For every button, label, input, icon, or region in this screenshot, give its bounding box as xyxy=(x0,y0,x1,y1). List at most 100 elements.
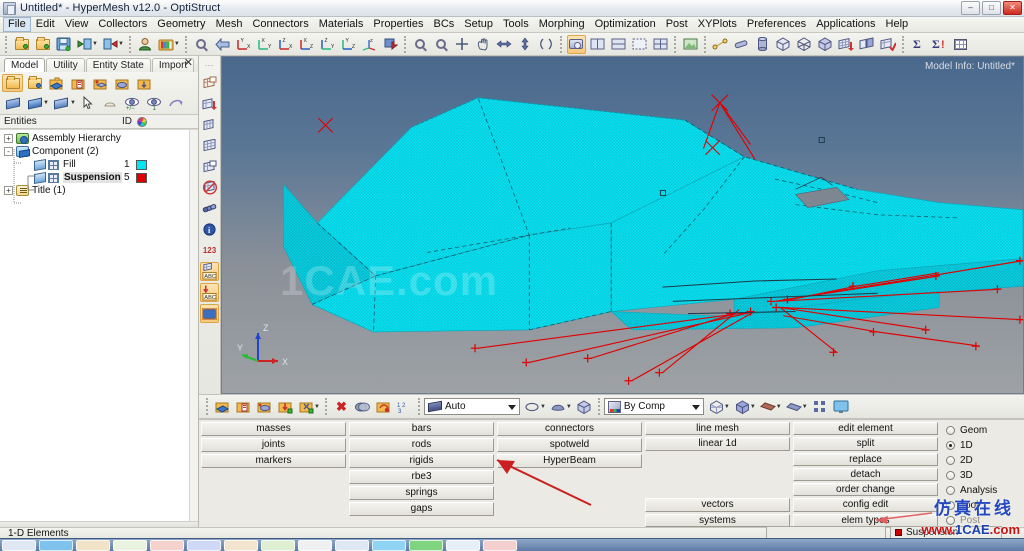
tree-row-title[interactable]: + Title (1) xyxy=(0,184,198,197)
view-yz-icon[interactable]: YZ xyxy=(339,35,358,54)
dashed-window-icon[interactable] xyxy=(630,35,649,54)
load-down-icon[interactable] xyxy=(276,397,295,416)
taskbar-item[interactable] xyxy=(224,539,258,551)
tree-row-assembly-hierarchy[interactable]: + Assembly Hierarchy xyxy=(0,132,198,145)
component-folder-icon[interactable] xyxy=(46,74,67,92)
radio-button[interactable] xyxy=(946,485,955,495)
component-folder-icon[interactable] xyxy=(213,397,232,416)
menu-file[interactable]: File xyxy=(3,17,31,32)
tree-row-fill[interactable]: Fill 1 xyxy=(0,158,198,171)
menu-view[interactable]: View xyxy=(60,17,94,32)
chevron-down-icon[interactable] xyxy=(507,405,516,410)
radio-button[interactable] xyxy=(946,515,955,525)
tab-model[interactable]: Model xyxy=(4,58,46,72)
delete-icon[interactable]: ✖ xyxy=(332,397,351,416)
reverse-icon[interactable] xyxy=(166,94,187,112)
two-window-icon[interactable] xyxy=(588,35,607,54)
connector-icon[interactable] xyxy=(711,35,730,54)
cmd-edit-element[interactable]: edit element xyxy=(793,422,938,436)
taskbar-item[interactable] xyxy=(2,539,36,551)
radio-1d[interactable]: 1D xyxy=(946,438,1022,452)
cmd-split[interactable]: split xyxy=(793,437,938,451)
taskbar-item[interactable] xyxy=(446,539,480,551)
mesh-red-icon[interactable] xyxy=(837,35,856,54)
pan-icon[interactable] xyxy=(474,35,493,54)
exploded-icon[interactable] xyxy=(811,397,830,416)
arrow-left-right-icon[interactable] xyxy=(495,35,514,54)
close-button[interactable]: ✕ xyxy=(1003,1,1022,15)
component-color-swatch[interactable] xyxy=(136,159,147,170)
menu-bcs[interactable]: BCs xyxy=(429,17,460,32)
cmd-elem-types[interactable]: elem types xyxy=(793,513,938,527)
mode-combo[interactable]: Auto xyxy=(423,398,520,415)
material-icon[interactable] xyxy=(255,397,274,416)
solid-geom-icon[interactable] xyxy=(575,397,594,416)
menu-edit[interactable]: Edit xyxy=(31,17,60,32)
menu-optimization[interactable]: Optimization xyxy=(590,17,661,32)
shaded-surface-icon[interactable] xyxy=(785,397,804,416)
component-color-swatch[interactable] xyxy=(136,172,147,183)
summary-sigma-alert-icon[interactable]: Σ! xyxy=(930,35,949,54)
color-combo[interactable]: By Comp xyxy=(603,398,704,415)
cmd-hyperbeam[interactable]: HyperBeam xyxy=(497,454,642,468)
taskbar-item[interactable] xyxy=(76,539,110,551)
taskbar-item[interactable] xyxy=(335,539,369,551)
cmd-systems[interactable]: systems xyxy=(645,513,790,527)
export-icon[interactable] xyxy=(101,35,120,54)
cmd-bars[interactable]: bars xyxy=(349,422,494,436)
new-model-icon[interactable] xyxy=(12,35,31,54)
radio-geom[interactable]: Geom xyxy=(946,423,1022,437)
menu-help[interactable]: Help xyxy=(881,17,914,32)
weld-icon[interactable] xyxy=(732,35,751,54)
fit-view-icon[interactable] xyxy=(192,35,211,54)
radio-2d[interactable]: 2D xyxy=(946,453,1022,467)
shaded-elems-icon[interactable] xyxy=(733,397,752,416)
minimize-button[interactable]: – xyxy=(961,1,980,15)
isolate-icon[interactable] xyxy=(24,94,45,112)
cmd-rods[interactable]: rods xyxy=(349,438,494,452)
info-icon[interactable]: i xyxy=(200,220,219,239)
tree-vertical-scrollbar[interactable] xyxy=(189,130,198,521)
cmd-linear-1d[interactable]: linear 1d xyxy=(645,437,790,451)
menu-tools[interactable]: Tools xyxy=(498,17,534,32)
stacked-window-icon[interactable] xyxy=(609,35,628,54)
mesh-red-arrow-icon[interactable] xyxy=(200,94,219,113)
taskbar-item[interactable] xyxy=(409,539,443,551)
view-yx-icon[interactable]: XY xyxy=(255,35,274,54)
menu-connectors[interactable]: Connectors xyxy=(247,17,313,32)
isometric-view-icon[interactable]: Z xyxy=(360,35,379,54)
shaded-box-icon[interactable] xyxy=(816,35,835,54)
matrix-browser-icon[interactable] xyxy=(951,35,970,54)
menu-setup[interactable]: Setup xyxy=(459,17,498,32)
cmd-order-change[interactable]: order change xyxy=(793,483,938,497)
center-icon[interactable] xyxy=(453,35,472,54)
mesh-window2-icon[interactable] xyxy=(200,157,219,176)
taskbar-item[interactable] xyxy=(261,539,295,551)
wireframe-elems-icon[interactable] xyxy=(707,397,726,416)
zoom-in-icon[interactable] xyxy=(411,35,430,54)
taskbar-item[interactable] xyxy=(483,539,517,551)
wireframe-box-icon[interactable] xyxy=(795,35,814,54)
single-window-icon[interactable] xyxy=(566,34,586,54)
reverse-mask-icon[interactable] xyxy=(374,397,393,416)
solid-box-icon[interactable] xyxy=(774,35,793,54)
cmd-detach[interactable]: detach xyxy=(793,467,938,482)
cmd-rbe3[interactable]: rbe3 xyxy=(349,470,494,484)
elements-icon[interactable] xyxy=(200,199,219,218)
box-select-icon[interactable] xyxy=(200,304,219,323)
taskbar-item[interactable] xyxy=(372,539,406,551)
menu-preferences[interactable]: Preferences xyxy=(742,17,811,32)
mask-icon[interactable] xyxy=(353,397,372,416)
load-folder-icon[interactable] xyxy=(134,74,155,92)
taskbar-item[interactable] xyxy=(298,539,332,551)
menu-properties[interactable]: Properties xyxy=(368,17,428,32)
radio-button[interactable] xyxy=(946,455,955,465)
maximize-button[interactable]: □ xyxy=(982,1,1001,15)
open-model-icon[interactable] xyxy=(33,35,52,54)
cursor-pick-icon[interactable] xyxy=(78,94,99,112)
radio-button[interactable] xyxy=(946,470,955,480)
menu-geometry[interactable]: Geometry xyxy=(152,17,210,32)
expander-icon[interactable]: + xyxy=(4,134,13,143)
graphics-viewport[interactable]: Model Info: Untitled* 1CAE.com Z X Y xyxy=(221,56,1024,394)
mask-icon[interactable] xyxy=(100,94,121,112)
